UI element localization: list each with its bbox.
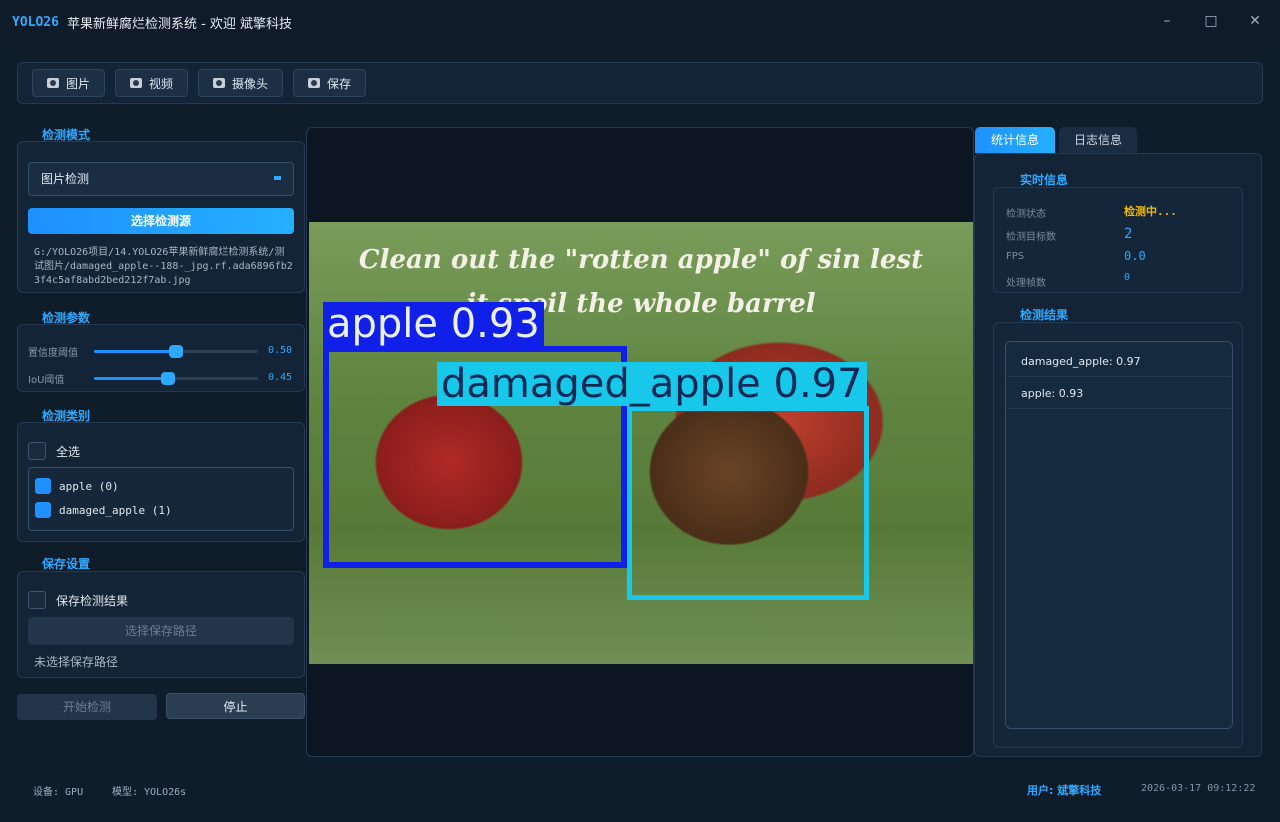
window-title: 苹果新鲜腐烂检测系统 - 欢迎 斌擎科技: [66, 16, 293, 32]
class-item-damaged-apple[interactable]: damaged_apple (1): [35, 502, 172, 518]
save-settings-panel: 保存检测结果 选择保存路径 未选择保存路径: [17, 571, 305, 678]
iou-label: IoU阈值: [28, 375, 65, 386]
status-value: 检测中...: [1124, 205, 1177, 218]
device-status: 设备: GPU: [33, 787, 84, 798]
window-controls: – □ ✕: [1158, 10, 1264, 32]
toolbar: 图片 视频 摄像头 保存: [17, 62, 1263, 104]
stop-button[interactable]: 停止: [166, 693, 305, 719]
class-list: apple (0) damaged_apple (1): [28, 467, 294, 531]
detection-mode-panel: 图片检测 选择检测源 G:/YOLO26项目/14.YOLO26苹果新鲜腐烂检测…: [17, 141, 305, 293]
confidence-label: 置信度阈值: [28, 348, 78, 359]
mode-select[interactable]: 图片检测: [28, 162, 294, 196]
title-bar: YOLO26 苹果新鲜腐烂检测系统 - 欢迎 斌擎科技 – □ ✕: [0, 0, 1280, 44]
save-button[interactable]: 保存: [293, 69, 367, 97]
minimize-button[interactable]: –: [1158, 10, 1176, 32]
save-path-status: 未选择保存路径: [34, 655, 119, 669]
close-button[interactable]: ✕: [1246, 10, 1264, 32]
save-results-checkbox[interactable]: [28, 591, 46, 609]
confidence-slider[interactable]: [94, 345, 258, 358]
video-icon: [130, 78, 143, 88]
iou-slider[interactable]: [94, 372, 258, 385]
class-item-apple[interactable]: apple (0): [35, 478, 119, 494]
realtime-title: 实时信息: [1020, 173, 1069, 187]
video-button[interactable]: 视频: [115, 69, 189, 97]
status-bar: 设备: GPU 模型: YOLO26s 用户: 斌擎科技 2026-03-17 …: [17, 774, 1263, 804]
camera-icon: [213, 78, 226, 88]
frames-value: 0: [1124, 272, 1131, 283]
camera-button[interactable]: 摄像头: [198, 69, 284, 97]
bbox-damaged-apple-label: damaged_apple 0.97: [437, 362, 867, 406]
user-status: 用户: 斌擎科技: [1027, 784, 1102, 797]
params-panel: 置信度阈值 0.50 IoU阈值 0.45: [17, 324, 305, 392]
target-count-label: 检测目标数: [1006, 232, 1056, 243]
fps-label: FPS: [1006, 251, 1025, 262]
iou-value: 0.45: [268, 372, 293, 383]
results-panel: damaged_apple: 0.97 apple: 0.93: [993, 322, 1243, 748]
save-settings-title: 保存设置: [42, 557, 91, 571]
source-path: G:/YOLO26项目/14.YOLO26苹果新鲜腐烂检测系统/测试图片/dam…: [34, 247, 293, 286]
classes-panel: 全选 apple (0) damaged_apple (1): [17, 422, 305, 542]
detection-image: Clean out the "rotten apple" of sin lest…: [309, 222, 973, 664]
save-results-row[interactable]: 保存检测结果: [28, 591, 128, 609]
confidence-slider-handle[interactable]: [169, 345, 183, 358]
image-viewer: Clean out the "rotten apple" of sin lest…: [306, 127, 974, 757]
select-all-row[interactable]: 全选: [28, 442, 80, 460]
status-label: 检测状态: [1006, 209, 1046, 220]
model-status: 模型: YOLO26s: [112, 787, 187, 798]
tab-logs[interactable]: 日志信息: [1059, 127, 1137, 153]
tab-statistics[interactable]: 统计信息: [975, 127, 1055, 153]
start-detection-button[interactable]: 开始检测: [17, 694, 157, 720]
result-item[interactable]: damaged_apple: 0.97: [1007, 346, 1231, 377]
choose-save-path-button[interactable]: 选择保存路径: [28, 617, 294, 645]
bbox-damaged-apple: [627, 406, 869, 600]
damaged-apple-checkbox[interactable]: [35, 502, 51, 518]
app-brand: YOLO26: [12, 14, 59, 30]
target-count-value: 2: [1124, 226, 1133, 242]
statistics-panel: 实时信息 检测状态 检测中... 检测目标数 2 FPS 0.0 处理帧数 0 …: [974, 153, 1262, 757]
confidence-row: 置信度阈值 0.50: [28, 341, 298, 361]
iou-slider-handle[interactable]: [160, 372, 175, 385]
apple-checkbox[interactable]: [35, 478, 51, 494]
iou-row: IoU阈值 0.45: [28, 368, 298, 388]
image-icon: [47, 78, 59, 88]
maximize-button[interactable]: □: [1202, 10, 1220, 32]
fps-value: 0.0: [1124, 249, 1146, 263]
select-source-button[interactable]: 选择检测源: [28, 208, 294, 234]
image-button[interactable]: 图片: [32, 69, 106, 97]
realtime-panel: 检测状态 检测中... 检测目标数 2 FPS 0.0 处理帧数 0: [993, 187, 1243, 293]
frames-label: 处理帧数: [1006, 278, 1046, 289]
chevron-down-icon: [274, 176, 281, 180]
result-item[interactable]: apple: 0.93: [1007, 378, 1231, 409]
bbox-apple-label: apple 0.93: [323, 302, 544, 346]
confidence-value: 0.50: [268, 345, 293, 356]
select-all-checkbox[interactable]: [28, 442, 46, 460]
results-list: damaged_apple: 0.97 apple: 0.93: [1005, 341, 1233, 729]
save-icon: [308, 78, 321, 88]
results-title: 检测结果: [1020, 308, 1069, 322]
timestamp: 2026-03-17 09:12:22: [1141, 783, 1256, 794]
